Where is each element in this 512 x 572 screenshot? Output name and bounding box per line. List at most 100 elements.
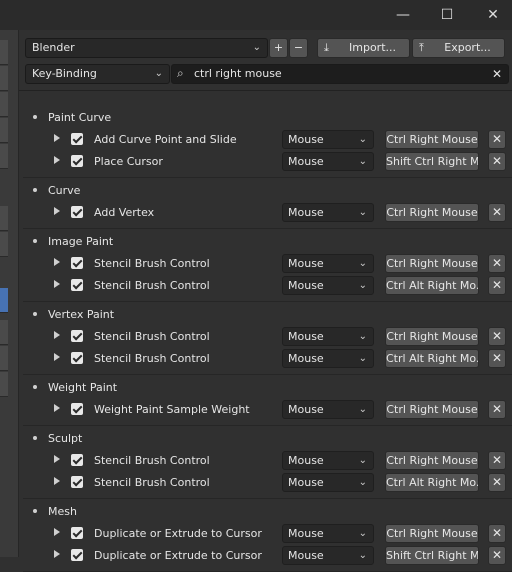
input-type-dropdown[interactable]: Mouse ⌄ bbox=[282, 349, 374, 368]
remove-item-button[interactable]: ✕ bbox=[488, 524, 506, 543]
sidebar-tab[interactable] bbox=[0, 232, 8, 257]
maximize-button[interactable]: ☐ bbox=[434, 4, 460, 26]
enabled-checkbox[interactable] bbox=[71, 206, 83, 218]
enabled-checkbox[interactable] bbox=[71, 352, 83, 364]
close-icon: ✕ bbox=[491, 548, 503, 562]
keymap-preset-dropdown[interactable]: Blender ⌄ bbox=[25, 38, 268, 58]
key-binding-button[interactable]: Ctrl Right Mouse bbox=[385, 203, 479, 222]
keymap-category[interactable]: Weight Paint bbox=[19, 378, 512, 398]
key-binding-button[interactable]: Ctrl Right Mouse bbox=[385, 254, 479, 273]
keymap-category[interactable]: Curve bbox=[19, 181, 512, 201]
keymap-category[interactable]: Image Paint bbox=[19, 232, 512, 252]
remove-item-button[interactable]: ✕ bbox=[488, 276, 506, 295]
expand-triangle-icon[interactable] bbox=[54, 280, 60, 288]
expand-triangle-icon[interactable] bbox=[54, 331, 60, 339]
input-type-dropdown[interactable]: Mouse ⌄ bbox=[282, 400, 374, 419]
remove-item-button[interactable]: ✕ bbox=[488, 546, 506, 565]
input-type-dropdown[interactable]: Mouse ⌄ bbox=[282, 327, 374, 346]
remove-item-button[interactable]: ✕ bbox=[488, 349, 506, 368]
remove-item-button[interactable]: ✕ bbox=[488, 327, 506, 346]
key-binding-button[interactable]: Ctrl Alt Right Mo... bbox=[385, 349, 479, 368]
bullet-icon bbox=[33, 239, 37, 243]
enabled-checkbox[interactable] bbox=[71, 549, 83, 561]
key-binding-button[interactable]: Ctrl Right Mouse bbox=[385, 130, 479, 149]
keymap-category[interactable]: Mesh bbox=[19, 502, 512, 522]
remove-item-button[interactable]: ✕ bbox=[488, 203, 506, 222]
enabled-checkbox[interactable] bbox=[71, 527, 83, 539]
enabled-checkbox[interactable] bbox=[71, 476, 83, 488]
key-binding-button[interactable]: Ctrl Right Mouse bbox=[385, 327, 479, 346]
expand-triangle-icon[interactable] bbox=[54, 134, 60, 142]
remove-item-button[interactable]: ✕ bbox=[488, 451, 506, 470]
expand-triangle-icon[interactable] bbox=[54, 207, 60, 215]
minimize-button[interactable]: — bbox=[390, 4, 416, 26]
close-icon: ✕ bbox=[491, 475, 503, 489]
keymap-item-label: Weight Paint Sample Weight bbox=[94, 403, 250, 416]
search-mode-label: Key-Binding bbox=[32, 67, 97, 80]
expand-triangle-icon[interactable] bbox=[54, 528, 60, 536]
remove-item-button[interactable]: ✕ bbox=[488, 473, 506, 492]
key-binding-button[interactable]: Ctrl Right Mouse bbox=[385, 524, 479, 543]
key-binding-button[interactable]: Ctrl Alt Right Mo... bbox=[385, 276, 479, 295]
import-button[interactable]: ⤓ Import... bbox=[317, 38, 410, 58]
key-binding-button[interactable]: Shift Ctrl Right M... bbox=[385, 152, 479, 171]
expand-triangle-icon[interactable] bbox=[54, 353, 60, 361]
keymap-category[interactable]: Vertex Paint bbox=[19, 305, 512, 325]
input-type-dropdown[interactable]: Mouse ⌄ bbox=[282, 254, 374, 273]
input-type-dropdown[interactable]: Mouse ⌄ bbox=[282, 276, 374, 295]
input-type-dropdown[interactable]: Mouse ⌄ bbox=[282, 130, 374, 149]
sidebar-tab[interactable] bbox=[0, 40, 8, 65]
remove-item-button[interactable]: ✕ bbox=[488, 152, 506, 171]
sidebar-tab[interactable] bbox=[0, 206, 8, 231]
sidebar-tab[interactable] bbox=[0, 320, 8, 345]
expand-triangle-icon[interactable] bbox=[54, 156, 60, 164]
input-type-dropdown[interactable]: Mouse ⌄ bbox=[282, 152, 374, 171]
keymap-item: Add Curve Point and Slide Mouse ⌄ Ctrl Righ… bbox=[19, 130, 512, 150]
enabled-checkbox[interactable] bbox=[71, 279, 83, 291]
sidebar-tab[interactable] bbox=[0, 372, 8, 397]
close-window-button[interactable]: ✕ bbox=[480, 4, 506, 26]
remove-preset-button[interactable]: − bbox=[289, 38, 308, 58]
sidebar-tab[interactable] bbox=[0, 92, 8, 117]
expand-triangle-icon[interactable] bbox=[54, 404, 60, 412]
remove-item-button[interactable]: ✕ bbox=[488, 130, 506, 149]
key-binding-button[interactable]: Ctrl Right Mouse bbox=[385, 400, 479, 419]
keymap-category[interactable]: Paint Curve bbox=[19, 108, 512, 128]
search-input[interactable]: ⌕ ctrl right mouse ✕ bbox=[171, 64, 509, 84]
export-button[interactable]: ⤒ Export... bbox=[412, 38, 505, 58]
sidebar-tab[interactable] bbox=[0, 144, 8, 169]
keymap-item: Stencil Brush Control Mouse ⌄ Ctrl Alt Righ… bbox=[19, 276, 512, 296]
enabled-checkbox[interactable] bbox=[71, 330, 83, 342]
enabled-checkbox[interactable] bbox=[71, 133, 83, 145]
enabled-checkbox[interactable] bbox=[71, 403, 83, 415]
expand-triangle-icon[interactable] bbox=[54, 455, 60, 463]
input-type-dropdown[interactable]: Mouse ⌄ bbox=[282, 524, 374, 543]
add-preset-button[interactable]: + bbox=[269, 38, 288, 58]
key-binding-button[interactable]: Ctrl Alt Right Mo... bbox=[385, 473, 479, 492]
clear-search-icon[interactable]: ✕ bbox=[492, 65, 502, 83]
remove-item-button[interactable]: ✕ bbox=[488, 400, 506, 419]
enabled-checkbox[interactable] bbox=[71, 155, 83, 167]
sidebar-tab[interactable] bbox=[0, 118, 8, 143]
input-type-dropdown[interactable]: Mouse ⌄ bbox=[282, 473, 374, 492]
input-type-dropdown[interactable]: Mouse ⌄ bbox=[282, 546, 374, 565]
keymap-category[interactable]: Sculpt bbox=[19, 429, 512, 449]
input-type-value: Mouse bbox=[288, 155, 324, 168]
enabled-checkbox[interactable] bbox=[71, 454, 83, 466]
search-mode-dropdown[interactable]: Key-Binding ⌄ bbox=[25, 64, 170, 84]
sidebar-tab[interactable] bbox=[0, 346, 8, 371]
sidebar-tab[interactable] bbox=[0, 66, 8, 91]
enabled-checkbox[interactable] bbox=[71, 257, 83, 269]
expand-triangle-icon[interactable] bbox=[54, 258, 60, 266]
chevron-down-icon: ⌄ bbox=[358, 353, 367, 364]
input-type-dropdown[interactable]: Mouse ⌄ bbox=[282, 203, 374, 222]
keymap-item-label: Add Vertex bbox=[94, 206, 155, 219]
key-binding-button[interactable]: Ctrl Right Mouse bbox=[385, 451, 479, 470]
close-icon: ✕ bbox=[491, 329, 503, 343]
expand-triangle-icon[interactable] bbox=[54, 477, 60, 485]
key-binding-button[interactable]: Shift Ctrl Right M... bbox=[385, 546, 479, 565]
chevron-down-icon: ⌄ bbox=[358, 134, 367, 145]
input-type-dropdown[interactable]: Mouse ⌄ bbox=[282, 451, 374, 470]
sidebar-tab-keymap[interactable] bbox=[0, 288, 8, 313]
remove-item-button[interactable]: ✕ bbox=[488, 254, 506, 273]
